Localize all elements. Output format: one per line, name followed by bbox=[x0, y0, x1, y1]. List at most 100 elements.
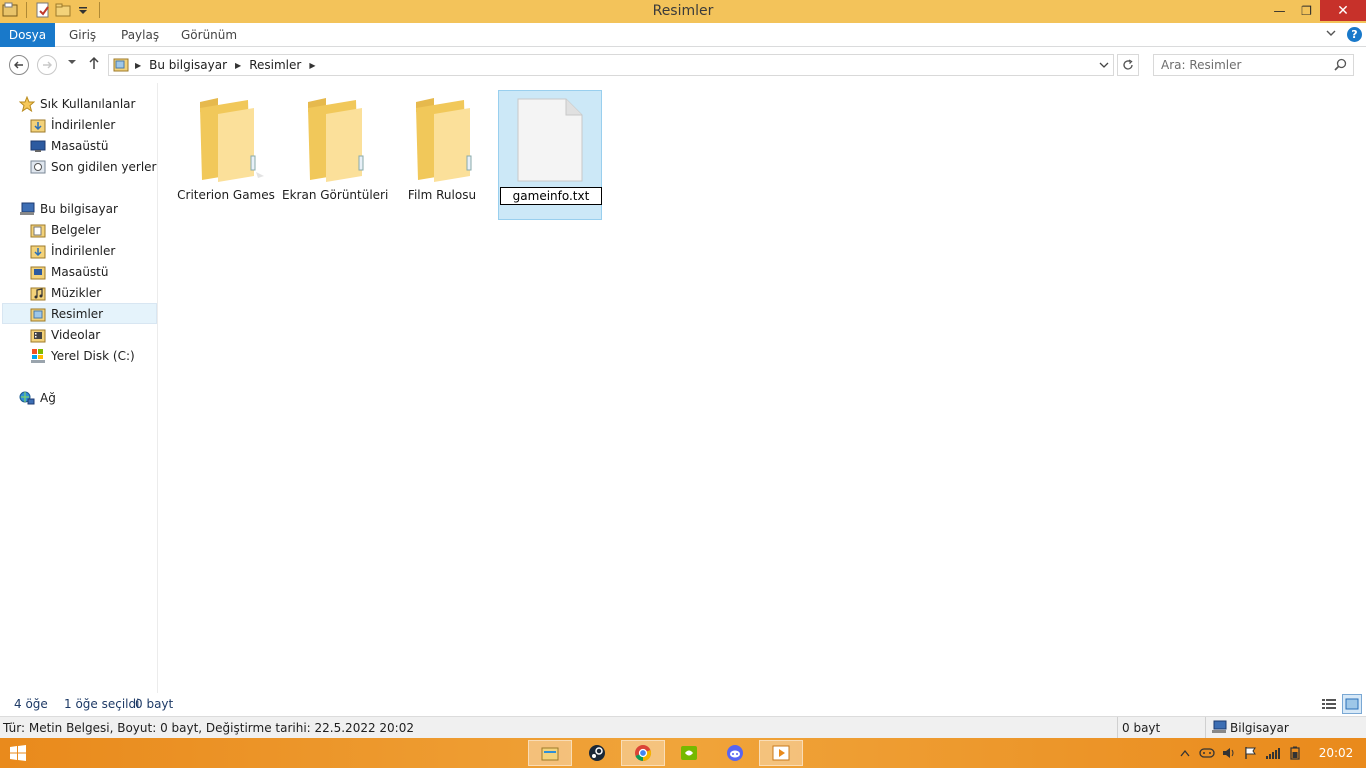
search-icon[interactable] bbox=[1334, 58, 1347, 74]
recent-locations-dropdown-icon[interactable] bbox=[67, 57, 77, 70]
downloads-icon bbox=[30, 117, 46, 133]
file-item-selected[interactable]: gameinfo.txt bbox=[498, 90, 602, 220]
search-placeholder: Ara: Resimler bbox=[1161, 58, 1242, 72]
nav-item-music[interactable]: Müzikler bbox=[30, 282, 101, 303]
show-hidden-icons-icon[interactable] bbox=[1174, 738, 1196, 768]
file-size-text: 0 bayt bbox=[1122, 721, 1161, 735]
nav-item-label: Masaüstü bbox=[51, 138, 109, 153]
taskbar-steam-icon[interactable] bbox=[575, 740, 619, 766]
back-arrow-icon bbox=[14, 61, 23, 69]
nav-item-local-disk[interactable]: Yerel Disk (C:) bbox=[30, 345, 135, 366]
status-bar: 4 öğe 1 öğe seçildi 0 bayt bbox=[0, 693, 1366, 715]
taskbar-file-explorer-icon[interactable] bbox=[528, 740, 572, 766]
address-bar[interactable]: ▶ Bu bilgisayar ▶ Resimler ▶ bbox=[108, 54, 1114, 76]
nav-item-recent-places[interactable]: Son gidilen yerler bbox=[30, 156, 157, 177]
nav-item-videos[interactable]: Videolar bbox=[30, 324, 100, 345]
details-bar: Tür: Metin Belgesi, Boyut: 0 bayt, Değiş… bbox=[0, 716, 1366, 739]
large-icons-view-button[interactable] bbox=[1342, 694, 1362, 714]
selected-size: 0 bayt bbox=[135, 697, 174, 711]
gamepad-tray-icon[interactable] bbox=[1196, 738, 1218, 768]
taskbar: 20:02 bbox=[0, 738, 1366, 768]
nav-this-pc-label: Bu bilgisayar bbox=[40, 201, 118, 216]
pictures-library-icon bbox=[113, 57, 129, 73]
nav-item-downloads[interactable]: İndirilenler bbox=[30, 240, 115, 261]
search-box[interactable]: Ara: Resimler bbox=[1153, 54, 1354, 76]
taskbar-nvidia-icon[interactable] bbox=[667, 740, 711, 766]
nav-item-desktop[interactable]: Masaüstü bbox=[30, 261, 108, 282]
recent-places-icon bbox=[30, 159, 46, 175]
desktop-icon bbox=[30, 138, 46, 154]
nav-item-documents[interactable]: Belgeler bbox=[30, 219, 101, 240]
details-divider bbox=[1117, 717, 1118, 739]
details-divider bbox=[1205, 717, 1206, 739]
tab-home[interactable]: Giriş bbox=[69, 23, 96, 47]
system-tray: 20:02 bbox=[1174, 738, 1366, 768]
nav-this-pc[interactable]: Bu bilgisayar bbox=[19, 198, 118, 219]
computer-icon bbox=[19, 201, 35, 217]
nav-item-pictures[interactable]: Resimler bbox=[2, 303, 157, 324]
nav-favorites[interactable]: Sık Kullanılanlar bbox=[18, 93, 136, 114]
ribbon-tabs: Dosya Giriş Paylaş Görünüm ? bbox=[0, 23, 1366, 47]
desktop-folder-icon bbox=[30, 264, 46, 280]
back-button[interactable] bbox=[9, 55, 29, 75]
network-icon bbox=[19, 390, 35, 406]
folder-icon bbox=[416, 98, 472, 182]
details-view-icon bbox=[1322, 699, 1336, 709]
nav-item-label: Masaüstü bbox=[51, 264, 109, 279]
refresh-icon bbox=[1123, 59, 1133, 70]
breadcrumb-pictures[interactable]: Resimler bbox=[249, 58, 301, 72]
folder-item[interactable]: Criterion Games bbox=[174, 90, 278, 220]
forward-button[interactable] bbox=[37, 55, 57, 75]
location-text: Bilgisayar bbox=[1230, 721, 1289, 735]
restore-button[interactable]: ❐ bbox=[1293, 0, 1320, 21]
tab-file[interactable]: Dosya bbox=[0, 23, 55, 47]
downloads-folder-icon bbox=[30, 243, 46, 259]
videos-folder-icon bbox=[30, 327, 46, 343]
folder-icon bbox=[308, 98, 364, 182]
nav-item-desktop-fav[interactable]: Masaüstü bbox=[30, 135, 108, 156]
taskbar-chrome-icon[interactable] bbox=[621, 740, 665, 766]
action-center-flag-icon[interactable] bbox=[1240, 738, 1262, 768]
folder-icon bbox=[200, 98, 264, 182]
item-label: Ekran Görüntüleri bbox=[282, 188, 389, 202]
help-icon[interactable]: ? bbox=[1347, 27, 1362, 42]
selected-count: 1 öğe seçildi bbox=[64, 697, 140, 711]
tab-share[interactable]: Paylaş bbox=[121, 23, 159, 47]
breadcrumb-separator-icon[interactable]: ▶ bbox=[135, 61, 141, 70]
network-signal-icon[interactable] bbox=[1262, 738, 1284, 768]
close-button[interactable]: ✕ bbox=[1320, 0, 1366, 21]
tab-view[interactable]: Görünüm bbox=[181, 23, 237, 47]
rename-input[interactable]: gameinfo.txt bbox=[500, 187, 602, 205]
details-view-button[interactable] bbox=[1319, 694, 1339, 714]
battery-icon[interactable] bbox=[1284, 738, 1306, 768]
minimize-button[interactable]: — bbox=[1266, 0, 1293, 21]
forward-arrow-icon bbox=[43, 61, 52, 69]
taskbar-clock[interactable]: 20:02 bbox=[1306, 746, 1366, 760]
volume-icon[interactable] bbox=[1218, 738, 1240, 768]
documents-folder-icon bbox=[30, 222, 46, 238]
breadcrumb-separator-icon[interactable]: ▶ bbox=[309, 61, 315, 70]
file-list[interactable]: Criterion Games Ekran Görüntüleri Film R… bbox=[159, 83, 1366, 693]
refresh-button[interactable] bbox=[1117, 54, 1139, 76]
folder-item[interactable]: Film Rulosu bbox=[390, 90, 494, 220]
item-label: Film Rulosu bbox=[407, 188, 477, 202]
nav-item-label: Belgeler bbox=[51, 222, 101, 237]
file-details-text: Tür: Metin Belgesi, Boyut: 0 bayt, Değiş… bbox=[3, 721, 414, 735]
nav-item-downloads-fav[interactable]: İndirilenler bbox=[30, 114, 115, 135]
nav-item-label: Müzikler bbox=[51, 285, 102, 300]
expand-ribbon-icon[interactable] bbox=[1325, 27, 1337, 42]
taskbar-discord-icon[interactable] bbox=[713, 740, 757, 766]
address-row: ▶ Bu bilgisayar ▶ Resimler ▶ Ara: Resiml… bbox=[0, 48, 1366, 82]
windows-start-icon[interactable] bbox=[10, 745, 26, 764]
nav-network[interactable]: Ağ bbox=[19, 387, 56, 408]
folder-item[interactable]: Ekran Görüntüleri bbox=[282, 90, 389, 220]
breadcrumb-this-pc[interactable]: Bu bilgisayar bbox=[149, 58, 227, 72]
taskbar-media-player-icon[interactable] bbox=[759, 740, 803, 766]
address-history-dropdown-icon[interactable] bbox=[1099, 59, 1109, 73]
large-icons-view-icon bbox=[1345, 698, 1359, 710]
text-file-icon bbox=[517, 98, 583, 182]
breadcrumb-separator-icon[interactable]: ▶ bbox=[235, 61, 241, 70]
nav-network-label: Ağ bbox=[40, 390, 56, 405]
up-arrow-icon[interactable] bbox=[88, 56, 100, 73]
nav-favorites-label: Sık Kullanılanlar bbox=[40, 96, 136, 111]
